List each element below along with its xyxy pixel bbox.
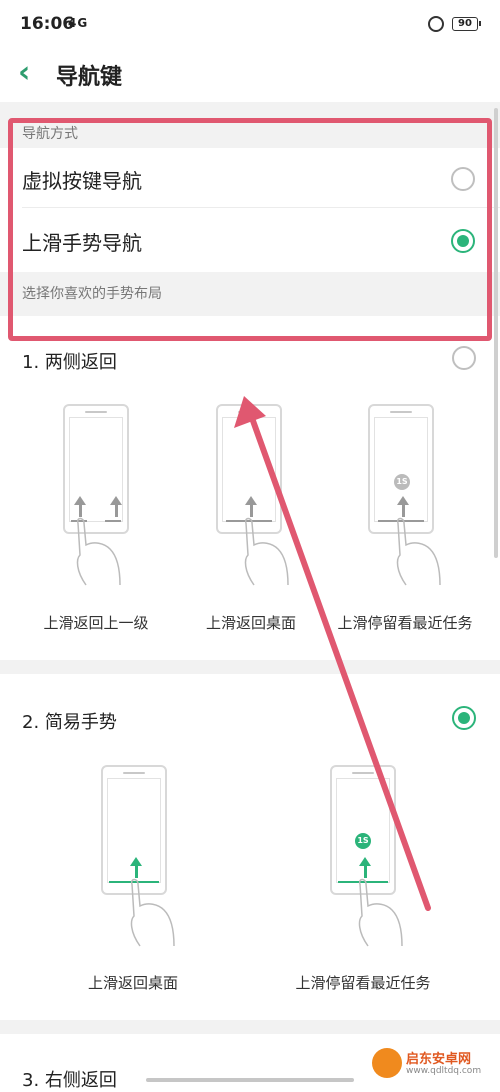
hold-badge: 1S bbox=[355, 833, 371, 849]
back-arrow-icon[interactable]: ‹ bbox=[18, 58, 30, 88]
group-separator bbox=[0, 660, 500, 674]
group-title-simple-gesture: 2. 简易手势 bbox=[22, 712, 117, 733]
finger-hand-icon bbox=[396, 517, 441, 586]
finger-hand-icon bbox=[358, 878, 403, 947]
finger-hand-icon bbox=[76, 517, 121, 586]
signal-icon: 4G bbox=[68, 16, 89, 30]
group-title-right-side-back: 3. 右侧返回 bbox=[22, 1070, 117, 1091]
group-title-both-sides-back: 1. 两侧返回 bbox=[22, 352, 117, 373]
watermark: 启东安卓网 www.qdltdq.com bbox=[372, 1044, 498, 1084]
caption-back: 上滑返回上一级 bbox=[43, 614, 149, 632]
watermark-url: www.qdltdq.com bbox=[406, 1066, 482, 1076]
hold-badge: 1S bbox=[394, 474, 410, 490]
caption-recents: 上滑停留看最近任务 bbox=[337, 614, 473, 632]
caption-home: 上滑返回桌面 bbox=[87, 974, 178, 992]
radio-simple-gesture[interactable] bbox=[452, 706, 476, 730]
group-separator bbox=[0, 1020, 500, 1034]
caption-home: 上滑返回桌面 bbox=[205, 614, 296, 632]
battery-icon: 90 bbox=[452, 17, 481, 31]
status-time: 16:06 bbox=[20, 14, 75, 34]
rotation-lock-icon bbox=[428, 16, 444, 32]
radio-both-sides-back[interactable] bbox=[452, 346, 476, 370]
home-indicator bbox=[146, 1078, 354, 1082]
caption-recents: 上滑停留看最近任务 bbox=[295, 974, 431, 992]
vertical-scrollbar[interactable] bbox=[494, 108, 498, 558]
finger-hand-icon bbox=[244, 517, 289, 586]
watermark-logo-icon bbox=[372, 1048, 402, 1078]
watermark-name: 启东安卓网 bbox=[406, 1052, 472, 1067]
status-bar: 16:06 4G 90 bbox=[0, 0, 500, 50]
page-title: 导航键 bbox=[56, 65, 123, 90]
annotation-highlight-box bbox=[8, 118, 492, 341]
finger-hand-icon bbox=[130, 878, 175, 947]
app-header: ‹ 导航键 bbox=[0, 50, 500, 100]
